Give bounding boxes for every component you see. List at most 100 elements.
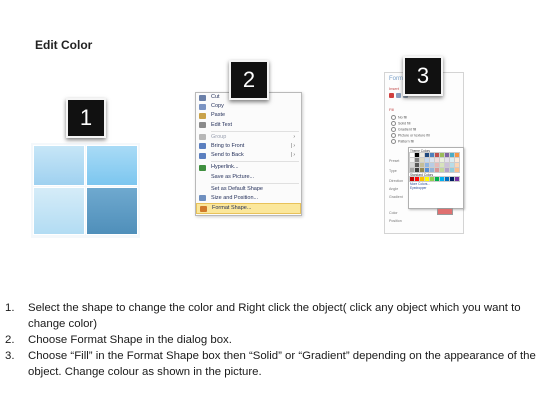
size-position-icon	[199, 195, 206, 202]
theme-color-swatch[interactable]	[429, 157, 435, 163]
standard-color-swatch[interactable]	[434, 176, 440, 182]
standard-color-swatch[interactable]	[444, 176, 450, 182]
standard-color-swatch[interactable]	[449, 176, 455, 182]
menu-item-size-and-position[interactable]: Size and Position...	[196, 194, 301, 203]
quadrant-bottom-right[interactable]	[86, 187, 138, 235]
standard-color-swatch[interactable]	[419, 176, 425, 182]
theme-color-swatch[interactable]	[429, 152, 435, 158]
theme-color-swatch[interactable]	[449, 162, 455, 168]
theme-color-swatch[interactable]	[434, 152, 440, 158]
radio-icon	[391, 127, 396, 132]
menu-item-paste[interactable]: Paste	[196, 111, 301, 120]
theme-color-swatch[interactable]	[414, 162, 420, 168]
theme-color-swatch[interactable]	[424, 167, 430, 173]
menu-item-label: Size and Position...	[211, 194, 259, 201]
theme-color-swatch[interactable]	[434, 157, 440, 163]
menu-item-label: Cut	[211, 94, 220, 100]
theme-color-swatch[interactable]	[444, 157, 450, 163]
theme-color-swatch[interactable]	[449, 157, 455, 163]
theme-color-swatch[interactable]	[409, 162, 415, 168]
dialog-title: Form	[389, 76, 403, 82]
menu-separator	[211, 130, 299, 132]
theme-color-swatch[interactable]	[449, 152, 455, 158]
label-color: Color	[389, 211, 398, 215]
hyperlink-icon	[199, 164, 206, 171]
standard-color-swatch[interactable]	[424, 176, 430, 182]
quadrant-top-right[interactable]	[86, 145, 138, 186]
label-type: Type	[389, 169, 397, 173]
theme-color-swatch[interactable]	[439, 157, 445, 163]
instruction-step: 3. Choose “Fill” in the Format Shape box …	[5, 350, 536, 379]
menu-item-label: Edit Text	[211, 121, 232, 128]
menu-item-set-as-default-shape[interactable]: Set as Default Shape	[196, 185, 301, 194]
eyedropper-link[interactable]: Eyedropper	[410, 186, 462, 190]
theme-color-swatch[interactable]	[434, 162, 440, 168]
menu-item-format-shape[interactable]: Format Shape...	[196, 203, 301, 215]
pentagon-icon[interactable]	[396, 93, 401, 98]
standard-color-swatch[interactable]	[439, 176, 445, 182]
menu-item-copy[interactable]: Copy	[196, 102, 301, 111]
theme-color-swatch[interactable]	[424, 162, 430, 168]
theme-color-swatch[interactable]	[409, 167, 415, 173]
theme-color-swatch[interactable]	[444, 167, 450, 173]
menu-item-edit-text[interactable]: Edit Text	[196, 121, 301, 130]
menu-item-save-as-picture[interactable]: Save as Picture...	[196, 173, 301, 182]
label-gradient: Gradient	[389, 195, 403, 199]
send-to-back-icon	[199, 152, 206, 159]
theme-color-swatch[interactable]	[454, 157, 460, 163]
theme-color-swatch[interactable]	[429, 162, 435, 168]
quadrant-top-left[interactable]	[33, 145, 85, 186]
theme-color-swatch[interactable]	[444, 162, 450, 168]
fill-option-gradient[interactable]: Gradient fill	[391, 127, 416, 132]
theme-color-swatch[interactable]	[414, 167, 420, 173]
color-dropdown-button[interactable]	[437, 208, 453, 215]
menu-item-label: Send to Back	[211, 152, 244, 159]
menu-item-label: Paste	[211, 112, 226, 119]
menu-item-label: Set as Default Shape	[211, 185, 263, 192]
edit-text-icon	[199, 122, 206, 129]
theme-color-swatch[interactable]	[439, 152, 445, 158]
label-preset: Preset	[389, 159, 400, 163]
theme-color-swatch[interactable]	[444, 152, 450, 158]
standard-color-swatch[interactable]	[454, 176, 460, 182]
theme-color-swatch[interactable]	[429, 167, 435, 173]
menu-item-bring-to-front[interactable]: Bring to Front | ›	[196, 142, 301, 151]
theme-color-swatch[interactable]	[449, 167, 455, 173]
theme-color-swatch[interactable]	[414, 152, 420, 158]
theme-color-swatch[interactable]	[409, 157, 415, 163]
paste-icon	[199, 112, 206, 119]
submenu-arrow-icon: | ›	[290, 152, 295, 159]
theme-color-swatch[interactable]	[434, 167, 440, 173]
quadrant-bottom-left[interactable]	[33, 187, 85, 235]
theme-color-swatch[interactable]	[424, 152, 430, 158]
fill-section-label: Fill	[389, 107, 395, 112]
theme-color-swatch[interactable]	[454, 167, 460, 173]
fill-option-no-fill[interactable]: No fill	[391, 115, 407, 120]
theme-color-swatch[interactable]	[409, 152, 415, 158]
theme-color-swatch[interactable]	[439, 162, 445, 168]
theme-color-swatch[interactable]	[454, 162, 460, 168]
fill-option-pattern[interactable]: Pattern fill	[391, 139, 414, 144]
theme-color-swatch[interactable]	[419, 152, 425, 158]
theme-color-swatch[interactable]	[439, 167, 445, 173]
theme-color-swatch[interactable]	[419, 162, 425, 168]
standard-color-swatch[interactable]	[429, 176, 435, 182]
theme-color-swatch[interactable]	[424, 157, 430, 163]
standard-color-swatch[interactable]	[409, 176, 415, 182]
theme-color-swatch[interactable]	[414, 157, 420, 163]
fill-bucket-icon[interactable]	[389, 93, 394, 98]
fill-option-solid[interactable]: Solid fill	[391, 121, 410, 126]
context-menu: Cut Copy Paste Edit Text Group › Bring to Fron…	[195, 92, 302, 216]
fill-option-picture[interactable]: Picture or texture fill	[391, 133, 430, 138]
quadrant-shape[interactable]	[31, 143, 140, 238]
scissors-icon	[199, 94, 206, 101]
menu-item-hyperlink[interactable]: Hyperlink...	[196, 163, 301, 172]
step-badge-1: 1	[66, 98, 106, 138]
standard-color-swatch[interactable]	[414, 176, 420, 182]
step-badge-2: 2	[229, 60, 269, 100]
theme-color-swatch[interactable]	[419, 157, 425, 163]
theme-color-swatch[interactable]	[419, 167, 425, 173]
theme-color-swatch[interactable]	[454, 152, 460, 158]
menu-item-send-to-back[interactable]: Send to Back | ›	[196, 151, 301, 160]
menu-item-group[interactable]: Group ›	[196, 133, 301, 142]
